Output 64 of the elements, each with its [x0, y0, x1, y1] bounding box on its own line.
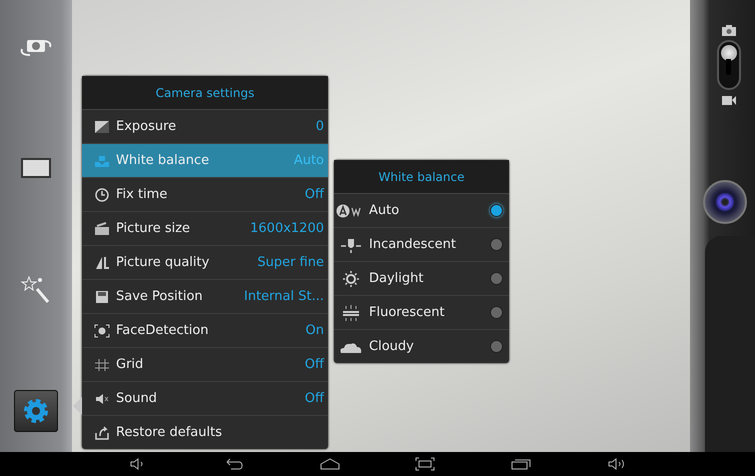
setting-label: Grid [116, 357, 144, 372]
settings-row[interactable]: Picture size 1600x1200 [82, 212, 328, 246]
setting-value: Internal St... [244, 289, 324, 304]
setting-label: Exposure [116, 119, 178, 134]
recents-icon[interactable] [510, 457, 532, 471]
option-label: Auto [369, 203, 400, 218]
setting-label: Save Position [116, 289, 204, 304]
setting-value: 0 [316, 119, 324, 134]
clock-icon [94, 188, 110, 202]
setting-value: On [306, 323, 324, 338]
wb-option[interactable]: Cloudy [334, 330, 509, 363]
panel-title: Camera settings [82, 76, 328, 110]
settings-row[interactable]: Save Position Internal St... [82, 280, 328, 314]
settings-row[interactable]: Sound Off [82, 382, 328, 416]
setting-label: Picture size [116, 221, 192, 236]
wb-option[interactable]: Daylight [334, 262, 509, 296]
face-icon [94, 324, 110, 338]
radio-button[interactable] [490, 204, 503, 217]
quality-icon [94, 256, 110, 270]
speaker-icon [94, 392, 110, 406]
setting-label: Sound [116, 391, 158, 406]
setting-value: Off [304, 357, 324, 372]
video-camera-icon [720, 94, 736, 106]
wb-option[interactable]: Auto [334, 194, 509, 228]
mode-switch[interactable] [716, 40, 740, 90]
restore-icon [94, 426, 110, 440]
radio-button[interactable] [490, 238, 503, 251]
screenshot-icon[interactable] [414, 457, 436, 471]
radio-button[interactable] [490, 306, 503, 319]
option-label: Cloudy [369, 339, 415, 354]
home-icon[interactable] [318, 457, 341, 471]
wb-option[interactable]: Incandescent [334, 228, 509, 262]
camera-icon [720, 24, 736, 36]
radio-button[interactable] [490, 272, 503, 285]
setting-label: FaceDetection [116, 323, 210, 338]
wb-mode-icon [94, 154, 110, 168]
setting-value: Auto [294, 153, 324, 168]
settings-row[interactable]: Restore defaults [82, 416, 328, 449]
setting-value: Super fine [257, 255, 324, 270]
exposure-icon [94, 120, 110, 134]
popup-title: White balance [334, 160, 509, 194]
floppy-icon [94, 290, 110, 304]
option-label: Incandescent [369, 237, 457, 252]
setting-label: White balance [116, 153, 210, 168]
settings-row[interactable]: FaceDetection On [82, 314, 328, 348]
settings-icon[interactable] [14, 390, 58, 432]
option-label: Daylight [369, 271, 424, 286]
setting-label: Fix time [116, 187, 168, 202]
setting-value: 1600x1200 [250, 221, 324, 236]
wb-option[interactable]: Fluorescent [334, 296, 509, 330]
settings-row[interactable]: Grid Off [82, 348, 328, 382]
picture-icon [94, 222, 110, 236]
setting-value: Off [304, 187, 324, 202]
radio-button[interactable] [490, 340, 503, 353]
shutter-button[interactable] [702, 180, 746, 224]
settings-row[interactable]: White balance Auto [82, 144, 328, 178]
setting-label: Picture quality [116, 255, 210, 270]
settings-row[interactable]: Picture quality Super fine [82, 246, 328, 280]
setting-label: Restore defaults [116, 425, 223, 440]
settings-row[interactable]: Fix time Off [82, 178, 328, 212]
grid-icon [94, 358, 110, 372]
option-label: Fluorescent [369, 305, 446, 320]
panel-pointer [73, 397, 82, 415]
setting-value: Off [304, 391, 324, 406]
